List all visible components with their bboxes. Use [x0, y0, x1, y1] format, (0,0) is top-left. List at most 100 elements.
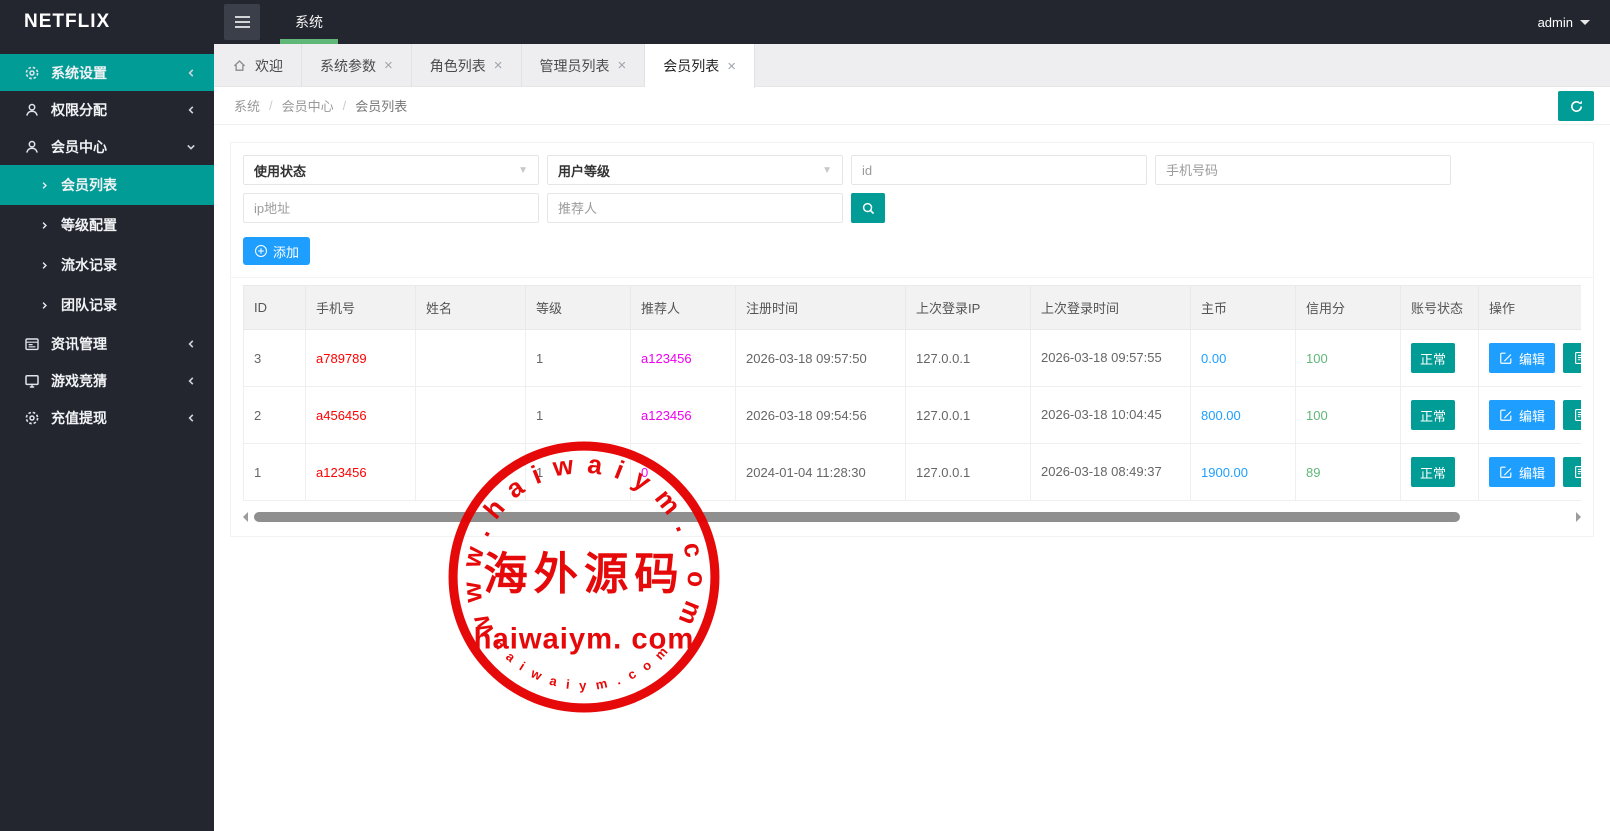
cell-level: 1: [525, 386, 631, 444]
column-header: 注册时间: [735, 285, 906, 330]
cell-status: 正常: [1400, 443, 1479, 501]
add-button[interactable]: 添加: [243, 237, 311, 265]
edit-button[interactable]: 编辑: [1489, 400, 1556, 430]
cell-referrer: 0: [630, 443, 736, 501]
scroll-right-arrow[interactable]: [1576, 512, 1581, 522]
breadcrumb: 系统 / 会员中心 / 会员列表: [214, 87, 1610, 125]
sidebar-item-recharge-withdraw[interactable]: 充值提现: [0, 399, 214, 436]
cell-reg-time: 2024-01-04 11:28:30: [735, 443, 906, 501]
cell-phone: a456456: [305, 386, 416, 444]
sidebar-subitem-flow-records[interactable]: 流水记录: [0, 245, 214, 285]
breadcrumb-member-center[interactable]: 会员中心: [282, 96, 334, 115]
cell-name: [415, 386, 526, 444]
topnav-system[interactable]: 系统: [278, 0, 340, 44]
referrer-field: [547, 193, 843, 223]
sidebar-item-news-manage[interactable]: 资讯管理: [0, 325, 214, 362]
cell-operations: 编辑 详情: [1478, 329, 1581, 387]
cell-last-time: 2026-03-18 09:57:55: [1030, 329, 1191, 387]
tab-close-icon[interactable]: ×: [727, 59, 736, 74]
column-header: 推荐人: [630, 285, 736, 330]
id-field: [851, 155, 1147, 185]
chevron-right-icon: [40, 221, 49, 230]
sidebar-item-member-center[interactable]: 会员中心: [0, 128, 214, 165]
sidebar-item-label: 会员列表: [61, 177, 117, 193]
id-input[interactable]: [862, 162, 1136, 178]
referrer-input[interactable]: [558, 200, 832, 216]
tab-welcome[interactable]: 欢迎: [214, 44, 302, 87]
cell-id: 1: [243, 443, 306, 501]
detail-button[interactable]: 详情: [1563, 343, 1581, 373]
sidebar-item-game-guess[interactable]: 游戏竞猜: [0, 362, 214, 399]
breadcrumb-system[interactable]: 系统: [234, 96, 260, 115]
cell-id: 2: [243, 386, 306, 444]
chevron-left-icon: [186, 376, 196, 386]
phone-field: [1155, 155, 1451, 185]
cell-reg-time: 2026-03-18 09:54:56: [735, 386, 906, 444]
status-select[interactable]: 使用状态 ▼: [243, 155, 539, 185]
chevron-left-icon: [186, 413, 196, 423]
detail-button[interactable]: 详情: [1563, 400, 1581, 430]
edit-icon: [1499, 351, 1513, 365]
cell-last-ip: 127.0.0.1: [905, 386, 1031, 444]
search-button[interactable]: [851, 193, 885, 223]
column-header: 信用分: [1295, 285, 1401, 330]
tab-close-icon[interactable]: ×: [618, 58, 627, 73]
filter-form: 使用状态 ▼ 用户等级 ▼: [243, 155, 1459, 223]
edit-button[interactable]: 编辑: [1489, 343, 1556, 373]
status-badge[interactable]: 正常: [1411, 457, 1456, 487]
chevron-right-icon: [40, 261, 49, 270]
column-header: 等级: [525, 285, 631, 330]
user-menu[interactable]: admin: [1538, 15, 1610, 30]
tab-system-params[interactable]: 系统参数 ×: [302, 44, 412, 87]
tab-label: 管理员列表: [539, 57, 610, 74]
cell-name: [415, 443, 526, 501]
cell-operations: 编辑 详情: [1478, 386, 1581, 444]
chevron-left-icon: [186, 105, 196, 115]
chevron-down-icon: ▼: [822, 164, 832, 176]
chevron-down-icon: ▼: [518, 164, 528, 176]
column-header: 上次登录时间: [1030, 285, 1191, 330]
breadcrumb-separator: /: [342, 98, 347, 113]
user-icon: [24, 102, 40, 118]
cell-phone: a123456: [305, 443, 416, 501]
column-header: 姓名: [415, 285, 526, 330]
scrollbar-thumb[interactable]: [254, 512, 1460, 522]
cell-operations: 编辑 详情: [1478, 443, 1581, 501]
sidebar-subitem-team-records[interactable]: 团队记录: [0, 285, 214, 325]
sidebar-item-label: 等级配置: [61, 217, 117, 233]
phone-input[interactable]: [1166, 162, 1440, 178]
sidebar-subitem-member-list[interactable]: 会员列表: [0, 165, 214, 205]
refresh-button[interactable]: [1558, 91, 1594, 121]
add-button-label: 添加: [273, 244, 300, 260]
status-badge[interactable]: 正常: [1411, 400, 1456, 430]
level-select[interactable]: 用户等级 ▼: [547, 155, 843, 185]
cell-coin: 800.00: [1190, 386, 1296, 444]
edit-button-label: 编辑: [1519, 465, 1546, 481]
status-badge[interactable]: 正常: [1411, 343, 1456, 373]
chevron-down-icon: [186, 142, 196, 152]
chevron-down-icon: [1580, 19, 1590, 30]
cell-coin: 0.00: [1190, 329, 1296, 387]
tab-close-icon[interactable]: ×: [384, 58, 393, 73]
hamburger-button[interactable]: [224, 4, 260, 40]
sidebar-item-permission-assign[interactable]: 权限分配: [0, 91, 214, 128]
edit-button-label: 编辑: [1519, 408, 1546, 424]
scroll-left-arrow[interactable]: [243, 512, 248, 522]
tab-admin-list[interactable]: 管理员列表 ×: [522, 44, 646, 87]
detail-button[interactable]: 详情: [1563, 457, 1581, 487]
edit-button[interactable]: 编辑: [1489, 457, 1556, 487]
sidebar-subitem-level-config[interactable]: 等级配置: [0, 205, 214, 245]
cell-last-time: 2026-03-18 10:04:45: [1030, 386, 1191, 444]
chevron-right-icon: [40, 181, 49, 190]
table-row: 1 a123456 1 0 2024-01-04 11:28:30 127.0.0.1 20…: [243, 443, 1581, 501]
tab-member-list[interactable]: 会员列表 ×: [645, 44, 756, 88]
ip-input[interactable]: [254, 200, 528, 216]
cell-name: [415, 329, 526, 387]
tab-role-list[interactable]: 角色列表 ×: [412, 44, 522, 87]
scrollbar-track[interactable]: [253, 512, 1571, 522]
cell-level: 1: [525, 443, 631, 501]
sidebar-item-system-settings[interactable]: 系统设置: [0, 54, 214, 91]
tab-close-icon[interactable]: ×: [494, 58, 503, 73]
cell-last-ip: 127.0.0.1: [905, 443, 1031, 501]
document-icon: [1573, 465, 1581, 479]
